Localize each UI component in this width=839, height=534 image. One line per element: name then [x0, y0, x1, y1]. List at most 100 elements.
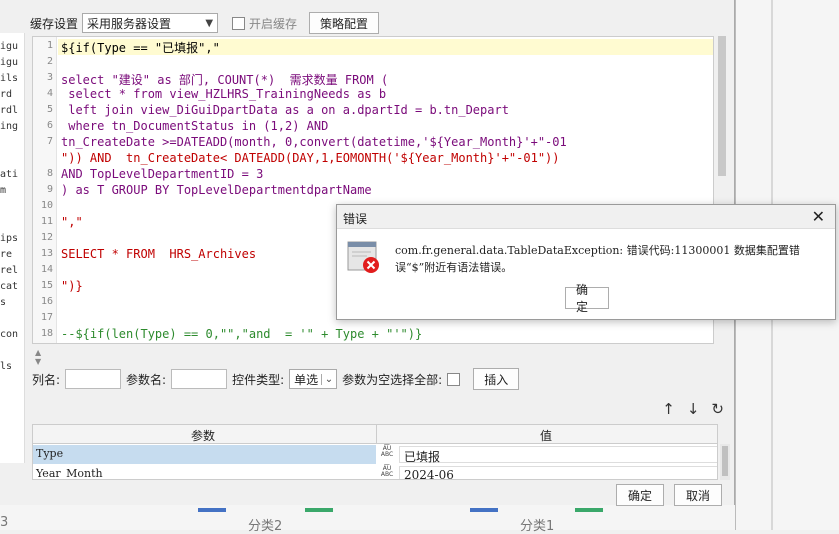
code-line: "," — [61, 215, 83, 229]
list-item: ati — [0, 169, 19, 180]
control-type-select[interactable]: 单选 ⌄ — [289, 369, 338, 389]
list-item: s — [0, 297, 7, 308]
bar-mark — [198, 508, 226, 512]
param-name-label: 参数名: — [126, 372, 167, 387]
error-message: com.fr.general.data.TableDataException: … — [395, 244, 800, 274]
params-table: 参数 值 Type A͞U ABC 已填报 Year_Month A͞U ABC 2… — [32, 424, 718, 480]
list-item: ils — [0, 73, 19, 84]
error-dialog-title: 错误 — [343, 212, 368, 226]
line-number: 16 — [40, 296, 53, 307]
code-line: select "建设" as 部门, COUNT(*) 需求数量 FROM ( — [61, 73, 389, 87]
category-label: 3 — [0, 515, 9, 530]
line-number: 12 — [40, 232, 53, 243]
select-all-label: 参数为空选择全部: — [342, 372, 443, 387]
table-row[interactable]: Year_Month A͞U ABC 2024-06 — [33, 465, 717, 480]
list-item: igu — [0, 57, 19, 68]
category-label: 分类2 — [248, 519, 283, 534]
list-item: con — [0, 329, 19, 340]
cache-toolbar: 缓存设置 采用服务器设置 ▼ 开启缓存 策略配置 — [30, 12, 380, 34]
code-line: where tn_DocumentStatus in (1,2) AND — [61, 119, 329, 133]
line-number: 11 — [40, 216, 53, 227]
text-type-icon: A͞U ABC — [380, 445, 394, 458]
list-item: ips — [0, 233, 19, 244]
dialog-footer: 确定 取消 — [616, 484, 722, 506]
list-item: rd — [0, 89, 13, 100]
background-chart-axis: 3 分类2 分类1 — [0, 505, 735, 534]
code-line: ) as T GROUP BY TopLevelDepartmentdpartN… — [61, 183, 372, 197]
bar-mark — [575, 508, 603, 512]
error-icon — [347, 241, 379, 273]
cache-select[interactable]: 采用服务器设置 ▼ — [82, 13, 219, 33]
list-item: rel — [0, 265, 19, 276]
table-scrollbar[interactable] — [720, 444, 730, 480]
cache-label: 缓存设置 — [30, 16, 79, 31]
category-label: 分类1 — [520, 519, 555, 534]
code-line: AND TopLevelDepartmentID = 3 — [61, 167, 264, 181]
code-line: select * from view_HZLHRS_TrainingNeeds … — [61, 87, 387, 101]
code-line: ")) AND tn_CreateDate< DATEADD(DAY,1,EOM… — [61, 151, 560, 165]
code-line: --${if(len(Type) == 0,"","and = '" + Typ… — [61, 327, 423, 341]
line-number: 10 — [40, 200, 53, 211]
bar-mark — [305, 508, 333, 512]
strategy-config-button[interactable]: 策略配置 — [309, 12, 380, 34]
enable-cache-label: 开启缓存 — [249, 16, 298, 31]
param-value-input[interactable]: 2024-06 — [399, 466, 717, 479]
line-number: 18 — [40, 328, 53, 339]
params-table-header: 参数 值 — [33, 425, 717, 444]
line-number: 5 — [46, 104, 53, 115]
col-header-param: 参数 — [191, 429, 216, 443]
line-number: 14 — [40, 264, 53, 275]
column-name-label: 列名: — [32, 372, 61, 387]
move-down-icon[interactable]: ↓ — [687, 400, 700, 418]
line-number: 15 — [40, 280, 53, 291]
line-number: 2 — [46, 56, 53, 67]
param-toolbar: ↑ ↓ ↻ — [662, 400, 724, 418]
cancel-button[interactable]: 取消 — [674, 484, 722, 506]
resize-grip-icon[interactable]: ▲ ▼ — [35, 348, 41, 366]
list-item: cat — [0, 281, 19, 292]
move-up-icon[interactable]: ↑ — [662, 400, 675, 418]
list-item: re — [0, 249, 13, 260]
ok-button[interactable]: 确定 — [616, 484, 664, 506]
chevron-down-icon: ▼ — [205, 17, 214, 29]
list-item: m — [0, 185, 7, 196]
code-line: SELECT * FROM HRS_Archives — [61, 247, 257, 261]
param-name-cell: Year_Month — [36, 467, 103, 480]
line-number: 8 — [46, 168, 53, 179]
text-type-icon: A͞U ABC — [380, 465, 394, 478]
close-icon[interactable]: ✕ — [812, 207, 825, 226]
table-row[interactable]: Type A͞U ABC 已填报 — [33, 445, 717, 464]
column-name-input[interactable] — [65, 369, 122, 389]
list-item: ls — [0, 361, 13, 372]
line-number: 3 — [46, 72, 53, 83]
enable-cache-checkbox[interactable] — [232, 16, 246, 30]
scrollbar-thumb[interactable] — [718, 36, 726, 176]
chevron-down-icon: ⌄ — [320, 373, 336, 385]
bar-mark — [470, 508, 498, 512]
refresh-icon[interactable]: ↻ — [711, 400, 724, 418]
error-dialog: 错误 ✕ com.fr.general.data.TableDataExcept… — [336, 204, 836, 320]
line-number: 4 — [46, 88, 53, 99]
list-item: ing — [0, 121, 19, 132]
line-number: 1 — [46, 40, 53, 51]
insert-button[interactable]: 插入 — [473, 368, 520, 390]
line-number: 13 — [40, 248, 53, 259]
param-name-cell: Type — [33, 445, 376, 464]
control-type-value: 单选 — [294, 372, 319, 387]
error-dialog-titlebar — [337, 205, 835, 229]
cache-select-value: 采用服务器设置 — [87, 16, 172, 31]
param-value-input[interactable]: 已填报 — [399, 446, 717, 464]
param-name-input[interactable] — [171, 369, 228, 389]
code-line: ")} — [61, 279, 83, 293]
control-type-label: 控件类型: — [232, 372, 285, 387]
col-header-value: 值 — [540, 429, 553, 443]
select-all-checkbox[interactable] — [447, 372, 461, 386]
error-ok-button[interactable]: 确定 — [565, 283, 609, 314]
background-left-list: igu igu ils rd rdl ing ati m ips re rel cat s con ls — [0, 33, 25, 463]
code-line: ${if(Type == "已填报"," — [61, 41, 220, 55]
line-number: 6 — [46, 120, 53, 131]
line-number: 9 — [46, 184, 53, 195]
line-number: 17 — [40, 312, 53, 323]
scrollbar-thumb[interactable] — [722, 446, 728, 476]
list-item: rdl — [0, 105, 19, 116]
